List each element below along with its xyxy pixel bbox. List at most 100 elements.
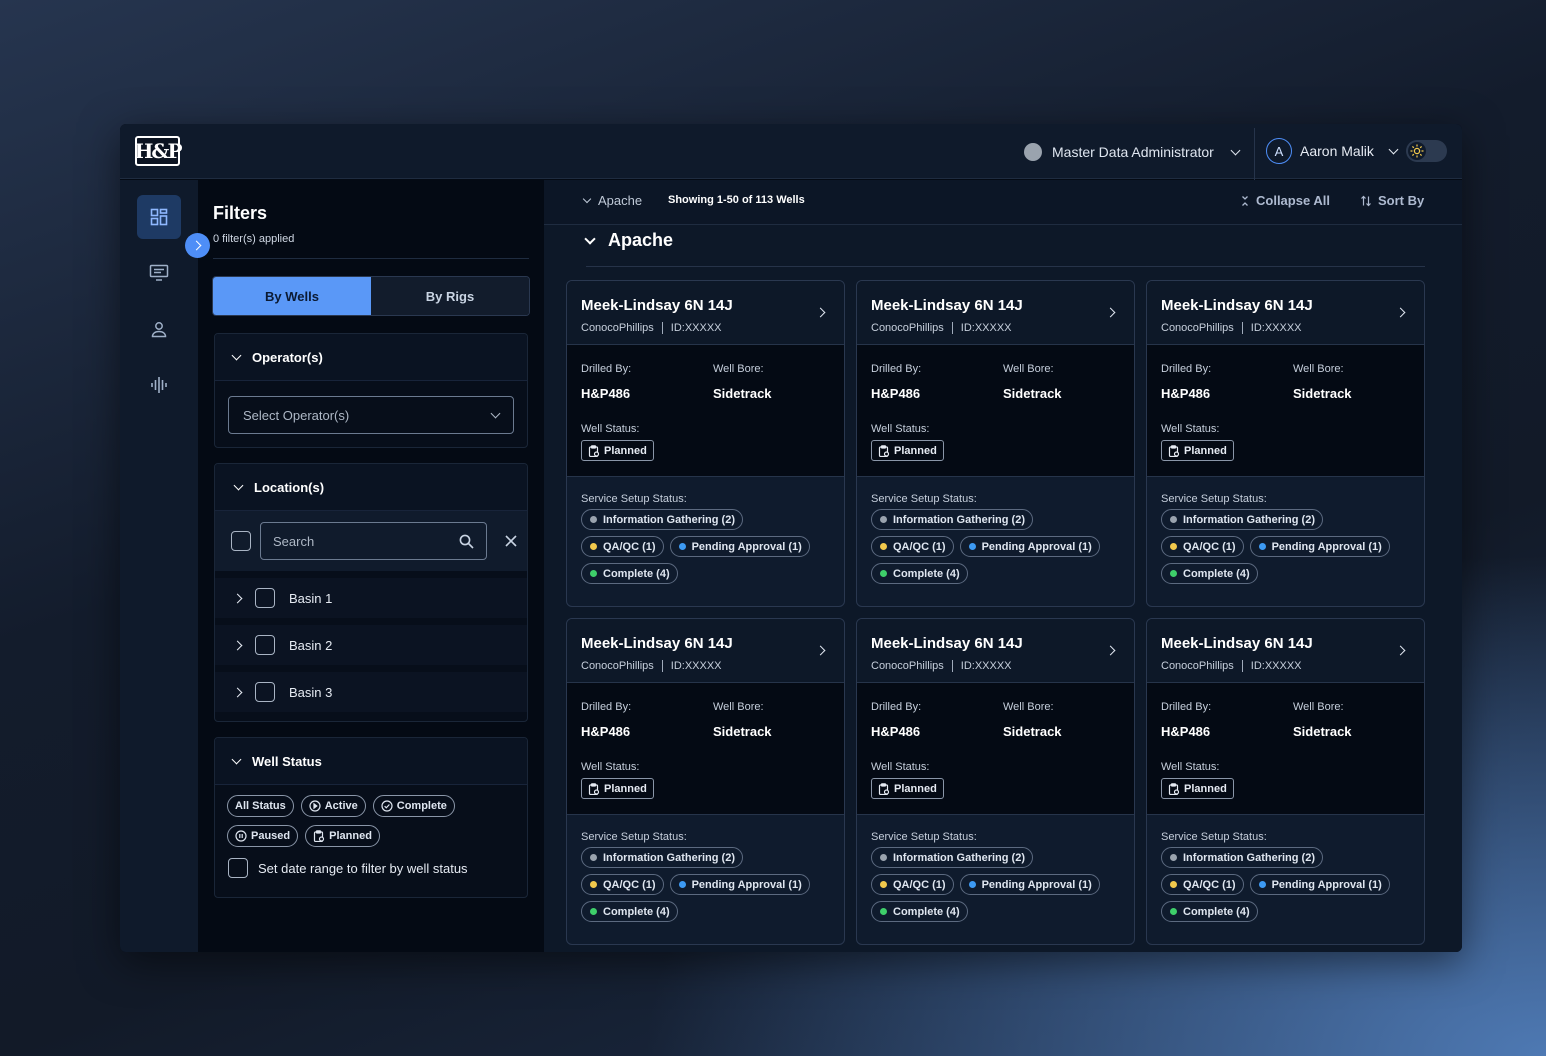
service-status-qa[interactable]: QA/QC (1) [581, 874, 664, 895]
play-circle-icon [309, 800, 321, 812]
status-dot [1170, 854, 1177, 861]
date-range-checkbox[interactable] [228, 858, 248, 878]
well-bore-value: Sidetrack [713, 386, 772, 401]
service-status-qa[interactable]: QA/QC (1) [581, 536, 664, 557]
operator-select[interactable]: Select Operator(s) [228, 396, 514, 434]
filters-collapse-button[interactable] [185, 233, 210, 258]
service-status-complete[interactable]: Complete (4) [871, 563, 968, 584]
service-setup-label: Service Setup Status: [581, 493, 687, 505]
breadcrumb-label: Apache [598, 193, 643, 208]
status-chip-planned[interactable]: Planned [305, 825, 380, 847]
search-placeholder: Search [273, 533, 315, 549]
search-icon [459, 534, 474, 549]
monitor-icon[interactable] [137, 251, 181, 295]
collapse-all-button[interactable]: Collapse All [1240, 193, 1330, 208]
chevron-down-icon [1230, 145, 1241, 155]
service-status-pending[interactable]: Pending Approval (1) [959, 536, 1100, 557]
chevron-right-icon[interactable] [232, 687, 243, 697]
status-chip-paused[interactable]: Paused [227, 825, 299, 847]
status-badge-label: Planned [604, 444, 647, 457]
basin-checkbox[interactable] [255, 682, 275, 702]
service-status-complete[interactable]: Complete (4) [1161, 901, 1258, 922]
location-search-input[interactable]: Search [260, 522, 487, 560]
operator-name: ConocoPhillips [871, 660, 944, 672]
status-chip-complete[interactable]: Complete [372, 795, 455, 817]
chevron-right-icon[interactable] [232, 593, 243, 603]
list-item[interactable]: Basin 1 [215, 578, 527, 618]
drilled-by-label: Drilled By: [1161, 701, 1212, 713]
group-header[interactable]: Apache [584, 230, 673, 251]
pill-label: Complete (4) [893, 905, 960, 918]
well-card[interactable]: Meek-Lindsay 6N 14J ConocoPhillips ID:XX… [856, 280, 1135, 607]
well-card-header[interactable]: Meek-Lindsay 6N 14J ConocoPhillips ID:XX… [567, 619, 844, 683]
operator-filter-header[interactable]: Operator(s) [215, 334, 527, 381]
service-status-pending[interactable]: Pending Approval (1) [1249, 536, 1390, 557]
service-status-qa[interactable]: QA/QC (1) [1161, 536, 1244, 557]
list-item[interactable]: Basin 2 [215, 625, 527, 665]
close-icon[interactable] [504, 534, 518, 548]
service-status-info[interactable]: Information Gathering (2) [581, 847, 743, 868]
tab-by-rigs[interactable]: By Rigs [371, 277, 529, 315]
status-dot [1170, 908, 1177, 915]
clipboard-icon [588, 444, 600, 457]
service-status-pending[interactable]: Pending Approval (1) [959, 874, 1100, 895]
well-card[interactable]: Meek-Lindsay 6N 14J ConocoPhillips ID:XX… [566, 618, 845, 945]
service-status-info[interactable]: Information Gathering (2) [871, 847, 1033, 868]
service-status-complete[interactable]: Complete (4) [1161, 563, 1258, 584]
tab-by-wells[interactable]: By Wells [213, 277, 371, 315]
well-card[interactable]: Meek-Lindsay 6N 14J ConocoPhillips ID:XX… [856, 618, 1135, 945]
list-item[interactable]: Basin 3 [215, 672, 527, 712]
sort-by-button[interactable]: Sort By [1360, 193, 1424, 208]
collapse-icon [1242, 195, 1248, 206]
breadcrumb[interactable]: Apache [582, 193, 643, 208]
user-menu[interactable]: A Aaron Malik [1266, 138, 1399, 164]
status-chip-all[interactable]: All Status [227, 795, 294, 817]
well-card-details: Drilled By: Well Bore: H&P486 Sidetrack … [567, 345, 844, 477]
hp-logo[interactable]: H&P [135, 136, 183, 166]
service-status-pending[interactable]: Pending Approval (1) [1249, 874, 1390, 895]
well-card-header[interactable]: Meek-Lindsay 6N 14J ConocoPhillips ID:XX… [1147, 281, 1424, 345]
theme-toggle[interactable] [1406, 140, 1447, 162]
service-status-pending[interactable]: Pending Approval (1) [669, 874, 810, 895]
service-status-complete[interactable]: Complete (4) [871, 901, 968, 922]
service-status-info[interactable]: Information Gathering (2) [581, 509, 743, 530]
status-chip-active[interactable]: Active [300, 795, 366, 817]
well-card-header[interactable]: Meek-Lindsay 6N 14J ConocoPhillips ID:XX… [857, 281, 1134, 345]
well-card-details: Drilled By: Well Bore: H&P486 Sidetrack … [567, 683, 844, 815]
drilled-by-label: Drilled By: [1161, 363, 1212, 375]
results-toolbar: Apache Showing 1-50 of 113 Wells Collaps… [544, 180, 1462, 225]
background-frame: H&P Master Data Administrator A Aaron Ma… [0, 0, 1546, 1056]
status-badge: Planned [581, 440, 654, 461]
service-status-info[interactable]: Information Gathering (2) [1161, 509, 1323, 530]
well-card-header[interactable]: Meek-Lindsay 6N 14J ConocoPhillips ID:XX… [1147, 619, 1424, 683]
select-all-checkbox[interactable] [231, 531, 251, 551]
service-status-complete[interactable]: Complete (4) [581, 563, 678, 584]
well-card[interactable]: Meek-Lindsay 6N 14J ConocoPhillips ID:XX… [1146, 618, 1425, 945]
user-icon[interactable] [137, 307, 181, 351]
well-card[interactable]: Meek-Lindsay 6N 14J ConocoPhillips ID:XX… [566, 280, 845, 607]
well-card-header[interactable]: Meek-Lindsay 6N 14J ConocoPhillips ID:XX… [567, 281, 844, 345]
service-status-complete[interactable]: Complete (4) [581, 901, 678, 922]
well-card-details: Drilled By: Well Bore: H&P486 Sidetrack … [857, 683, 1134, 815]
service-status-info[interactable]: Information Gathering (2) [1161, 847, 1323, 868]
well-meta: ConocoPhillips ID:XXXXX [1161, 660, 1424, 672]
location-filter-header[interactable]: Location(s) [215, 464, 527, 511]
chevron-down-icon [231, 754, 242, 764]
dashboard-icon[interactable] [137, 195, 181, 239]
chevron-right-icon[interactable] [232, 640, 243, 650]
service-setup-section: Service Setup Status: Information Gather… [1147, 477, 1424, 606]
service-status-qa[interactable]: QA/QC (1) [871, 536, 954, 557]
service-status-info[interactable]: Information Gathering (2) [871, 509, 1033, 530]
basin-checkbox[interactable] [255, 588, 275, 608]
well-card-header[interactable]: Meek-Lindsay 6N 14J ConocoPhillips ID:XX… [857, 619, 1134, 683]
basin-checkbox[interactable] [255, 635, 275, 655]
well-status-filter-header[interactable]: Well Status [215, 738, 527, 785]
pill-label: Complete (4) [1183, 905, 1250, 918]
status-badge-label: Planned [604, 782, 647, 795]
waveform-icon[interactable] [137, 363, 181, 407]
well-card[interactable]: Meek-Lindsay 6N 14J ConocoPhillips ID:XX… [1146, 280, 1425, 607]
service-status-qa[interactable]: QA/QC (1) [1161, 874, 1244, 895]
role-selector[interactable]: Master Data Administrator [1024, 141, 1241, 163]
service-status-pending[interactable]: Pending Approval (1) [669, 536, 810, 557]
service-status-qa[interactable]: QA/QC (1) [871, 874, 954, 895]
